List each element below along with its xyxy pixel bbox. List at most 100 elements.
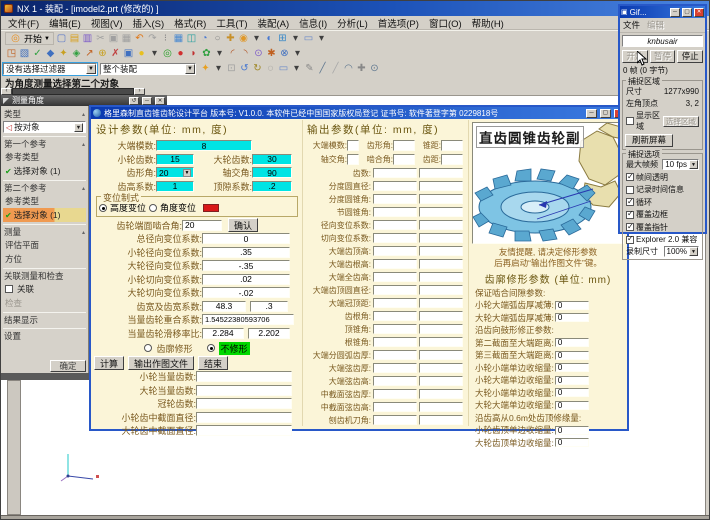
output-gear-field[interactable] — [419, 324, 463, 334]
toolbar-icon[interactable]: ▾ — [212, 62, 225, 75]
menu-item[interactable]: 工具(T) — [211, 16, 252, 30]
profile-mod-radio[interactable] — [144, 344, 152, 352]
modification-field[interactable]: 0 — [555, 376, 589, 385]
toolbar-icon[interactable]: ● — [174, 47, 187, 60]
output-pinion-field[interactable] — [373, 363, 417, 373]
toolbar-icon[interactable]: ▧ — [18, 47, 31, 60]
wcs-triad[interactable] — [57, 449, 103, 485]
toolbar-icon[interactable]: ✱ — [265, 47, 278, 60]
toolbar-icon[interactable]: ◫ — [185, 32, 198, 45]
menu-item[interactable]: 信息(I) — [294, 16, 332, 30]
toolbar-icon[interactable]: ▾ — [289, 32, 302, 45]
output-gear-field[interactable] — [419, 181, 463, 191]
height-shift-radio[interactable] — [99, 204, 107, 212]
toolbar-icon[interactable]: ○ — [211, 32, 224, 45]
addendum-coef-field[interactable]: 1 — [156, 181, 194, 192]
dropdown-arrow-icon[interactable]: ▼ — [183, 169, 191, 177]
toolbar-icon[interactable]: ⊕ — [96, 47, 109, 60]
output-gear-field[interactable] — [419, 402, 463, 412]
dropdown-arrow-icon[interactable]: ▼ — [689, 160, 698, 169]
toolbar-icon[interactable]: ⊡ — [225, 62, 238, 75]
output-gear-field[interactable] — [419, 285, 463, 295]
toolbar-icon[interactable]: ▾ — [250, 32, 263, 45]
toolbar-icon[interactable]: ▦ — [172, 32, 185, 45]
menu-item[interactable]: 装配(A) — [253, 16, 295, 30]
out-mesh-field[interactable] — [393, 154, 415, 165]
toolbar-icon[interactable]: ⊙ — [252, 47, 265, 60]
confirm-button[interactable]: 确认 — [228, 218, 258, 232]
toolbar-icon[interactable]: ◉ — [237, 32, 250, 45]
toolbar-icon[interactable]: ◜ — [226, 47, 239, 60]
toolbar-icon[interactable]: ✚ — [224, 32, 237, 45]
toolbar-icon[interactable]: ✗ — [109, 47, 122, 60]
equiv-field[interactable] — [196, 371, 292, 382]
checkbox-icon[interactable] — [626, 186, 634, 194]
action-button[interactable]: 结束 — [198, 356, 228, 370]
output-gear-field[interactable] — [419, 389, 463, 399]
slip-ratio-field-2[interactable]: 2.202 — [248, 328, 290, 339]
show-region-checkbox[interactable] — [626, 117, 634, 125]
output-gear-field[interactable] — [419, 207, 463, 217]
output-pinion-field[interactable] — [373, 272, 417, 282]
type-dropdown[interactable]: ◁ 按对象 ▼ — [3, 121, 86, 133]
output-gear-field[interactable] — [419, 298, 463, 308]
slip-ratio-field-1[interactable]: 2.284 — [202, 328, 244, 339]
ok-button[interactable]: 确定 — [50, 360, 86, 372]
gif-menu-file[interactable]: 文件 — [623, 19, 640, 31]
output-gear-field[interactable] — [419, 415, 463, 425]
menu-item[interactable]: 分析(L) — [332, 16, 373, 30]
modification-field[interactable]: 0 — [555, 363, 589, 372]
rail-slider[interactable] — [12, 88, 134, 95]
red-color-swatch[interactable] — [203, 204, 219, 212]
output-pinion-field[interactable] — [373, 350, 417, 360]
toolbar-icon[interactable]: ▢ — [55, 32, 68, 45]
gif-titlebar[interactable]: ▣ Gif... ─ ▢ ✕ — [620, 6, 705, 18]
toolbar-icon[interactable]: ↻ — [251, 62, 264, 75]
section-first-reference[interactable]: 第一个参考 ▴ — [3, 136, 86, 150]
dropdown-arrow-icon[interactable]: ▼ — [689, 247, 698, 256]
output-pinion-field[interactable] — [373, 194, 417, 204]
toolbar-icon[interactable]: ⊞ — [276, 32, 289, 45]
gear-dialog-titlebar[interactable]: 格里森制直齿锥齿轮设计平台 版本号: V1.0.0. 本软件已经中国国家版权局登… — [91, 107, 627, 119]
toolbar-icon[interactable]: ◳ — [5, 47, 18, 60]
output-pinion-field[interactable] — [373, 181, 417, 191]
evaluation-plane-label[interactable]: 评估平面 — [3, 238, 86, 252]
mesh-angle-field[interactable]: 20 — [182, 220, 222, 231]
modification-field[interactable]: 0 — [555, 301, 589, 310]
modification-field[interactable]: 0 — [555, 313, 589, 322]
modification-field[interactable]: 0 — [555, 388, 589, 397]
modification-field[interactable]: 0 — [555, 351, 589, 360]
record-size-dropdown[interactable]: 100% ▼ — [664, 246, 699, 257]
toolbar-icon[interactable]: ⊙ — [368, 62, 381, 75]
selection-scope-dropdown[interactable]: 整个装配 ▼ — [100, 63, 196, 75]
shaft-angle-field[interactable]: 90 — [252, 167, 292, 178]
minimize-icon[interactable]: ─ — [586, 109, 597, 118]
output-pinion-field[interactable] — [373, 389, 417, 399]
output-pinion-field[interactable] — [373, 415, 417, 425]
fps-dropdown[interactable]: 10 fps ▼ — [662, 159, 699, 170]
modification-field[interactable]: 0 — [555, 338, 589, 347]
toolbar-icon[interactable]: ✦ — [199, 62, 212, 75]
toolbar-icon[interactable]: ▥ — [81, 32, 94, 45]
toolbar-icon[interactable]: ▣ — [122, 47, 135, 60]
output-pinion-field[interactable] — [373, 311, 417, 321]
no-mod-radio[interactable] — [207, 344, 215, 352]
toolbar-icon[interactable]: ↶ — [133, 32, 146, 45]
toolbar-icon[interactable]: ◌ — [264, 62, 277, 75]
output-gear-field[interactable] — [419, 259, 463, 269]
output-pinion-field[interactable] — [373, 324, 417, 334]
dropdown-arrow-icon[interactable]: ▼ — [74, 123, 83, 132]
action-button[interactable]: 计算 — [94, 356, 124, 370]
output-pinion-field[interactable] — [373, 298, 417, 308]
out-pitch-field[interactable] — [441, 154, 463, 165]
out-shaft-field[interactable] — [347, 154, 359, 165]
toolbar-icon[interactable]: ╱ — [316, 62, 329, 75]
toolbar-icon[interactable]: ↷ — [146, 32, 159, 45]
toolbar-icon[interactable]: ╱ — [329, 62, 342, 75]
dropdown-arrow-icon[interactable]: ▼ — [86, 64, 96, 74]
toolbar-icon[interactable]: ▭ — [302, 32, 315, 45]
select-object-2-active[interactable]: ✔ 选择对象 (1) — [3, 208, 86, 222]
select-object-1[interactable]: ✔ 选择对象 (1) — [3, 164, 86, 178]
gif-option-checkbox-row[interactable]: 循环 — [625, 197, 700, 208]
toolbar-icon[interactable]: ▾ — [213, 47, 226, 60]
